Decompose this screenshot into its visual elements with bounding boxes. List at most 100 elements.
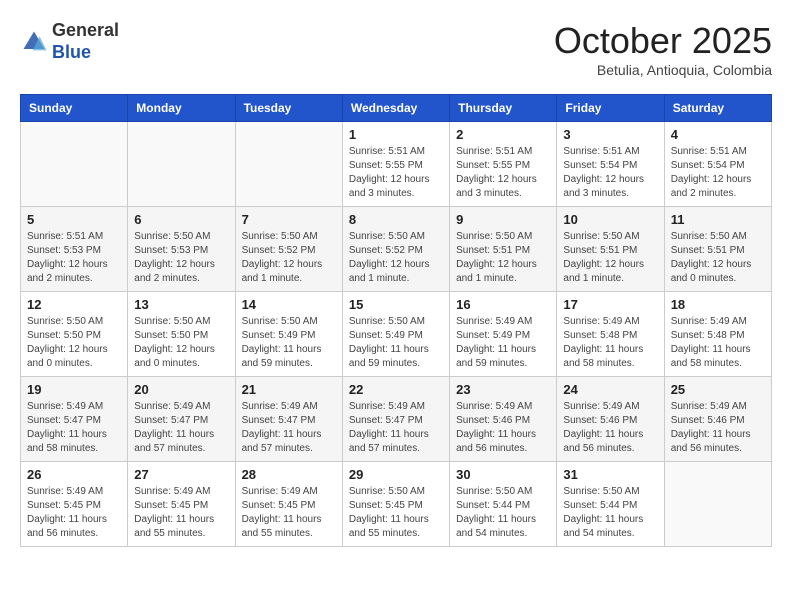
day-number: 19 xyxy=(27,382,121,397)
calendar-cell: 19 Sunrise: 5:49 AM Sunset: 5:47 PM Dayli… xyxy=(21,377,128,462)
calendar-cell: 9 Sunrise: 5:50 AM Sunset: 5:51 PM Daylig… xyxy=(450,207,557,292)
day-number: 16 xyxy=(456,297,550,312)
calendar-cell: 7 Sunrise: 5:50 AM Sunset: 5:52 PM Daylig… xyxy=(235,207,342,292)
day-number: 1 xyxy=(349,127,443,142)
calendar-cell: 12 Sunrise: 5:50 AM Sunset: 5:50 PM Dayli… xyxy=(21,292,128,377)
day-number: 12 xyxy=(27,297,121,312)
day-info: Sunrise: 5:49 AM Sunset: 5:47 PM Dayligh… xyxy=(27,400,121,456)
day-number: 31 xyxy=(563,467,657,482)
day-number: 24 xyxy=(563,382,657,397)
day-number: 26 xyxy=(27,467,121,482)
calendar-week-row: 12 Sunrise: 5:50 AM Sunset: 5:50 PM Dayli… xyxy=(21,292,772,377)
calendar-week-row: 1 Sunrise: 5:51 AM Sunset: 5:55 PM Daylig… xyxy=(21,122,772,207)
calendar-cell: 8Sunrise: 5:50 AM Sunset: 5:52 PM Daylig… xyxy=(342,207,449,292)
calendar-cell: 25Sunrise: 5:49 AM Sunset: 5:46 PM Dayli… xyxy=(664,377,771,462)
day-info: Sunrise: 5:50 AM Sunset: 5:50 PM Dayligh… xyxy=(27,315,121,371)
day-number: 9 xyxy=(456,212,550,227)
day-number: 13 xyxy=(134,297,228,312)
day-info: Sunrise: 5:50 AM Sunset: 5:44 PM Dayligh… xyxy=(456,485,550,541)
calendar-cell: 4Sunrise: 5:51 AM Sunset: 5:54 PM Daylig… xyxy=(664,122,771,207)
day-info: Sunrise: 5:50 AM Sunset: 5:53 PM Dayligh… xyxy=(134,230,228,286)
logo: General Blue xyxy=(20,20,119,63)
day-number: 29 xyxy=(349,467,443,482)
day-number: 22 xyxy=(349,382,443,397)
day-number: 6 xyxy=(134,212,228,227)
calendar-cell: 20 Sunrise: 5:49 AM Sunset: 5:47 PM Dayli… xyxy=(128,377,235,462)
day-info: Sunrise: 5:49 AM Sunset: 5:45 PM Dayligh… xyxy=(27,485,121,541)
day-info: Sunrise: 5:50 AM Sunset: 5:51 PM Dayligh… xyxy=(563,230,657,286)
day-number: 20 xyxy=(134,382,228,397)
calendar-cell: 16 Sunrise: 5:49 AM Sunset: 5:49 PM Dayli… xyxy=(450,292,557,377)
calendar-cell xyxy=(128,122,235,207)
calendar-cell: 5 Sunrise: 5:51 AM Sunset: 5:53 PM Daylig… xyxy=(21,207,128,292)
day-number: 18 xyxy=(671,297,765,312)
day-number: 30 xyxy=(456,467,550,482)
calendar-week-row: 26 Sunrise: 5:49 AM Sunset: 5:45 PM Dayli… xyxy=(21,462,772,547)
day-number: 21 xyxy=(242,382,336,397)
day-info: Sunrise: 5:49 AM Sunset: 5:47 PM Dayligh… xyxy=(349,400,443,456)
day-info: Sunrise: 5:50 AM Sunset: 5:52 PM Dayligh… xyxy=(242,230,336,286)
month-title: October 2025 xyxy=(554,20,772,62)
day-info: Sunrise: 5:51 AM Sunset: 5:54 PM Dayligh… xyxy=(563,145,657,201)
day-number: 7 xyxy=(242,212,336,227)
calendar-cell: 22 Sunrise: 5:49 AM Sunset: 5:47 PM Dayli… xyxy=(342,377,449,462)
calendar-cell: 28Sunrise: 5:49 AM Sunset: 5:45 PM Dayli… xyxy=(235,462,342,547)
calendar-cell: 15Sunrise: 5:50 AM Sunset: 5:49 PM Dayli… xyxy=(342,292,449,377)
day-info: Sunrise: 5:49 AM Sunset: 5:49 PM Dayligh… xyxy=(456,315,550,371)
calendar: SundayMondayTuesdayWednesdayThursdayFrid… xyxy=(20,94,772,547)
calendar-cell: 10Sunrise: 5:50 AM Sunset: 5:51 PM Dayli… xyxy=(557,207,664,292)
calendar-cell: 31 Sunrise: 5:50 AM Sunset: 5:44 PM Dayli… xyxy=(557,462,664,547)
day-info: Sunrise: 5:49 AM Sunset: 5:46 PM Dayligh… xyxy=(671,400,765,456)
calendar-week-row: 19 Sunrise: 5:49 AM Sunset: 5:47 PM Dayli… xyxy=(21,377,772,462)
day-info: Sunrise: 5:51 AM Sunset: 5:53 PM Dayligh… xyxy=(27,230,121,286)
calendar-cell: 23 Sunrise: 5:49 AM Sunset: 5:46 PM Dayli… xyxy=(450,377,557,462)
calendar-cell: 29Sunrise: 5:50 AM Sunset: 5:45 PM Dayli… xyxy=(342,462,449,547)
logo-blue-text: Blue xyxy=(52,42,119,64)
calendar-cell: 2Sunrise: 5:51 AM Sunset: 5:55 PM Daylig… xyxy=(450,122,557,207)
weekday-header-thursday: Thursday xyxy=(450,95,557,122)
day-info: Sunrise: 5:49 AM Sunset: 5:46 PM Dayligh… xyxy=(456,400,550,456)
calendar-cell: 1Sunrise: 5:51 AM Sunset: 5:55 PM Daylig… xyxy=(342,122,449,207)
location: Betulia, Antioquia, Colombia xyxy=(554,62,772,78)
day-number: 5 xyxy=(27,212,121,227)
day-info: Sunrise: 5:49 AM Sunset: 5:45 PM Dayligh… xyxy=(134,485,228,541)
weekday-header-saturday: Saturday xyxy=(664,95,771,122)
weekday-header-monday: Monday xyxy=(128,95,235,122)
day-info: Sunrise: 5:49 AM Sunset: 5:48 PM Dayligh… xyxy=(671,315,765,371)
day-number: 15 xyxy=(349,297,443,312)
calendar-week-row: 5 Sunrise: 5:51 AM Sunset: 5:53 PM Daylig… xyxy=(21,207,772,292)
day-info: Sunrise: 5:50 AM Sunset: 5:51 PM Dayligh… xyxy=(671,230,765,286)
page-header: General Blue October 2025 Betulia, Antio… xyxy=(20,20,772,78)
calendar-cell: 13Sunrise: 5:50 AM Sunset: 5:50 PM Dayli… xyxy=(128,292,235,377)
day-info: Sunrise: 5:49 AM Sunset: 5:46 PM Dayligh… xyxy=(563,400,657,456)
calendar-cell: 30 Sunrise: 5:50 AM Sunset: 5:44 PM Dayli… xyxy=(450,462,557,547)
calendar-cell: 26 Sunrise: 5:49 AM Sunset: 5:45 PM Dayli… xyxy=(21,462,128,547)
calendar-cell xyxy=(21,122,128,207)
calendar-cell: 6 Sunrise: 5:50 AM Sunset: 5:53 PM Daylig… xyxy=(128,207,235,292)
day-info: Sunrise: 5:50 AM Sunset: 5:51 PM Dayligh… xyxy=(456,230,550,286)
weekday-header-friday: Friday xyxy=(557,95,664,122)
day-info: Sunrise: 5:49 AM Sunset: 5:48 PM Dayligh… xyxy=(563,315,657,371)
day-info: Sunrise: 5:49 AM Sunset: 5:47 PM Dayligh… xyxy=(134,400,228,456)
calendar-cell: 21Sunrise: 5:49 AM Sunset: 5:47 PM Dayli… xyxy=(235,377,342,462)
day-info: Sunrise: 5:51 AM Sunset: 5:55 PM Dayligh… xyxy=(456,145,550,201)
day-number: 27 xyxy=(134,467,228,482)
calendar-cell: 24 Sunrise: 5:49 AM Sunset: 5:46 PM Dayli… xyxy=(557,377,664,462)
calendar-cell xyxy=(664,462,771,547)
logo-general-text: General xyxy=(52,20,119,42)
weekday-header-tuesday: Tuesday xyxy=(235,95,342,122)
day-info: Sunrise: 5:50 AM Sunset: 5:52 PM Dayligh… xyxy=(349,230,443,286)
day-number: 11 xyxy=(671,212,765,227)
day-info: Sunrise: 5:50 AM Sunset: 5:44 PM Dayligh… xyxy=(563,485,657,541)
calendar-cell: 11 Sunrise: 5:50 AM Sunset: 5:51 PM Dayli… xyxy=(664,207,771,292)
weekday-header-row: SundayMondayTuesdayWednesdayThursdayFrid… xyxy=(21,95,772,122)
day-number: 17 xyxy=(563,297,657,312)
weekday-header-wednesday: Wednesday xyxy=(342,95,449,122)
calendar-cell: 14Sunrise: 5:50 AM Sunset: 5:49 PM Dayli… xyxy=(235,292,342,377)
day-number: 28 xyxy=(242,467,336,482)
calendar-cell: 17 Sunrise: 5:49 AM Sunset: 5:48 PM Dayli… xyxy=(557,292,664,377)
logo-icon xyxy=(20,28,48,56)
calendar-cell: 27 Sunrise: 5:49 AM Sunset: 5:45 PM Dayli… xyxy=(128,462,235,547)
calendar-cell: 18 Sunrise: 5:49 AM Sunset: 5:48 PM Dayli… xyxy=(664,292,771,377)
day-number: 23 xyxy=(456,382,550,397)
